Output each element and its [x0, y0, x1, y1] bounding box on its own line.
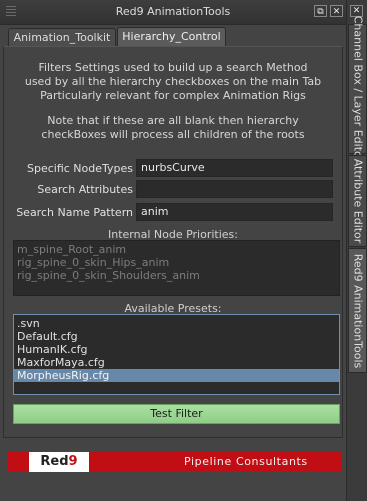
search-name-pattern-field[interactable]: anim [136, 203, 333, 221]
red9-panel: Red9 AnimationTools ⧉ ✕ Animation_Toolki… [0, 0, 346, 501]
side-tab-attribute-editor[interactable]: Attribute Editor [348, 155, 367, 247]
node-priorities-list[interactable]: m_spine_Root_anim rig_spine_0_skin_Hips_… [13, 240, 340, 296]
list-item[interactable]: rig_spine_0_skin_Hips_anim [14, 256, 339, 269]
info-text-line: used by all the hierarchy checkboxes on … [24, 75, 322, 88]
node-types-label: Specific NodeTypes [26, 162, 133, 175]
logo-red: Red [40, 454, 69, 469]
node-types-field[interactable]: nurbsCurve [136, 159, 333, 177]
float-icon[interactable]: ⧉ [314, 5, 327, 17]
search-attributes-label: Search Attributes [37, 183, 133, 196]
list-item-selected[interactable]: MorpheusRig.cfg [14, 369, 339, 382]
side-tab-label: Red9 AnimationTools [351, 253, 364, 368]
banner-text: Pipeline Consultants [184, 455, 308, 468]
window-title: Red9 AnimationTools [115, 5, 231, 18]
list-item[interactable]: HumanIK.cfg [14, 343, 339, 356]
tab-bar: Animation_Toolkit Hierarchy_Control [0, 24, 346, 47]
info-text-line: Note that if these are all blank then hi… [47, 114, 299, 127]
red9-banner: Red9 Pipeline Consultants [8, 452, 342, 472]
logo-nine: 9 [68, 454, 78, 469]
side-tab-red9-animationtools[interactable]: Red9 AnimationTools [348, 248, 367, 373]
list-item[interactable]: Default.cfg [14, 330, 339, 343]
side-tab-label: Channel Box / Layer Editor [351, 15, 364, 163]
list-item[interactable]: m_spine_Root_anim [14, 243, 339, 256]
info-text-line: Filters Settings used to build up a sear… [38, 61, 308, 74]
tab-animation-toolkit[interactable]: Animation_Toolkit [8, 28, 116, 47]
info-text-line: Particularly relevant for complex Animat… [40, 89, 306, 102]
search-attributes-field[interactable] [136, 180, 333, 198]
list-item[interactable]: MaxforMaya.cfg [14, 356, 339, 369]
side-tab-channel-box[interactable]: Channel Box / Layer Editor [348, 16, 367, 162]
test-filter-button[interactable]: Test Filter [13, 404, 340, 424]
search-name-pattern-label: Search Name Pattern [16, 206, 133, 219]
title-bar[interactable]: Red9 AnimationTools ⧉ ✕ [0, 0, 346, 25]
list-item[interactable]: rig_spine_0_skin_Shoulders_anim [14, 269, 339, 282]
close-icon[interactable]: ✕ [330, 5, 343, 17]
tab-hierarchy-control[interactable]: Hierarchy_Control [117, 27, 226, 47]
side-tab-bar: ✕ Channel Box / Layer Editor Attribute E… [346, 0, 367, 501]
side-tab-label: Attribute Editor [351, 158, 364, 244]
info-text-line: checkBoxes will process all children of … [41, 128, 305, 141]
presets-list[interactable]: .svn Default.cfg HumanIK.cfg MaxforMaya.… [13, 314, 340, 395]
list-item[interactable]: .svn [14, 317, 339, 330]
red9-logo: Red9 [29, 452, 89, 472]
